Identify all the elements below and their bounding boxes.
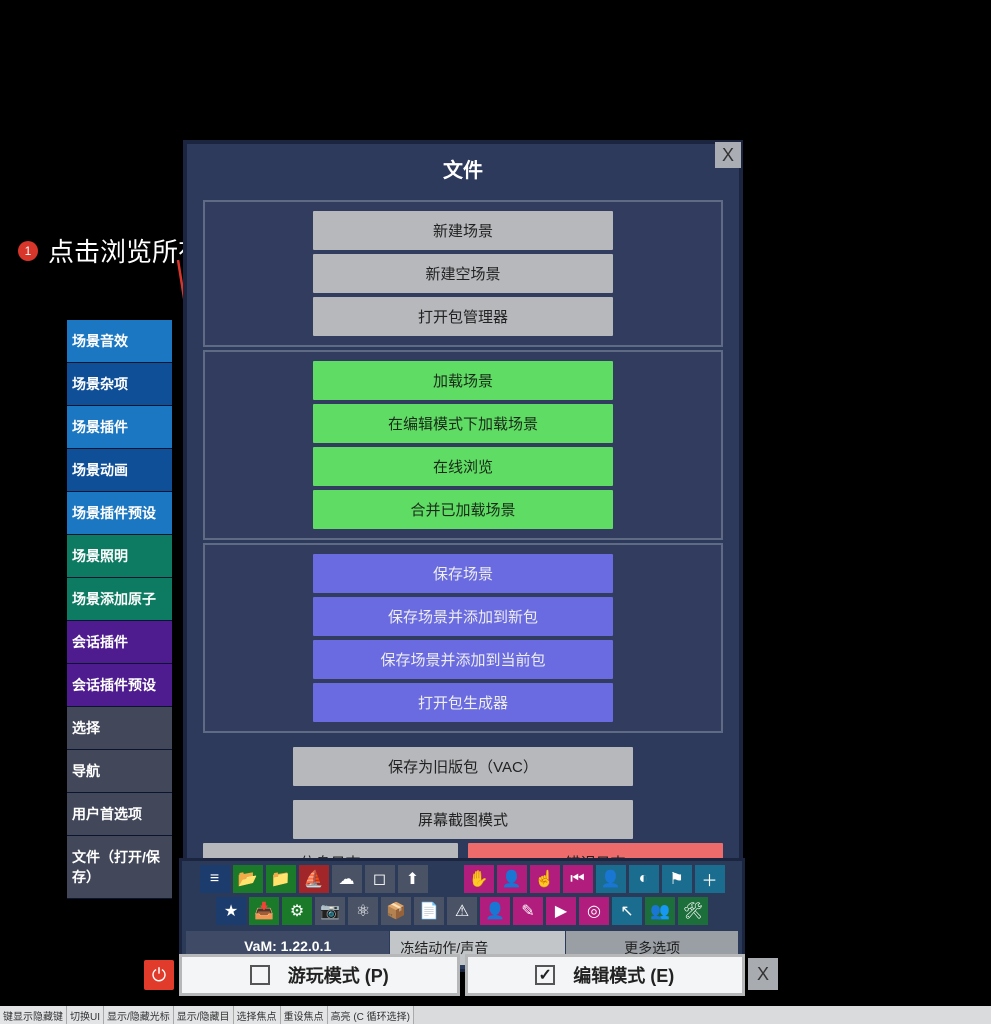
sidebar-item-9[interactable]: 选择 (67, 707, 172, 750)
bottom-close-button[interactable]: X (748, 958, 778, 990)
person-gear-icon[interactable]: 👤 (480, 897, 510, 925)
statusbar-item-6[interactable]: 高亮 (C 循环选择) (328, 1006, 414, 1024)
sidebar-item-3[interactable]: 场景动画 (67, 449, 172, 492)
sidebar-item-5[interactable]: 场景照明 (67, 535, 172, 578)
sec-green-btn-3[interactable]: 合并已加载场景 (313, 490, 613, 529)
sec-green-btn-1[interactable]: 在编辑模式下加载场景 (313, 404, 613, 443)
star-icon[interactable]: ★ (216, 897, 246, 925)
annotation-number-badge: 1 (18, 241, 38, 261)
person-icon[interactable]: 👤 (596, 865, 626, 893)
play-mode-label: 游玩模式 (P) (288, 962, 389, 988)
sec-blue-btn-2[interactable]: 保存场景并添加到当前包 (313, 640, 613, 679)
sec-blue-btn-3[interactable]: 打开包生成器 (313, 683, 613, 722)
panel-close-button[interactable]: X (715, 142, 741, 168)
edit-mode-label: 编辑模式 (E) (573, 962, 674, 988)
eyedropper-icon[interactable]: ✎ (513, 897, 543, 925)
cloud-download-icon[interactable]: ☁ (332, 865, 362, 893)
statusbar-item-2[interactable]: 显示/隐藏光标 (104, 1006, 174, 1024)
sidebar-item-10[interactable]: 导航 (67, 750, 172, 793)
sidebar-item-8[interactable]: 会话插件预设 (67, 664, 172, 707)
sec-green-btn-0[interactable]: 加载场景 (313, 361, 613, 400)
sidebar-item-12[interactable]: 文件（打开/保存） (67, 836, 172, 899)
screenshot-mode-button[interactable]: 屏幕截图模式 (293, 800, 633, 839)
sec-gray1-btn-0[interactable]: 新建场景 (313, 211, 613, 250)
mode-row: 游玩模式 (P) ✓ 编辑模式 (E) (179, 954, 745, 996)
statusbar-item-3[interactable]: 显示/隐藏目 (174, 1006, 234, 1024)
bottom-status-bar: 键显示隐藏键切换UI显示/隐藏光标显示/隐藏目选择焦点重设焦点高亮 (C 循环选… (0, 1006, 991, 1024)
unity-icon[interactable]: ◐ (629, 865, 659, 893)
share-icon[interactable]: ⚛ (348, 897, 378, 925)
sidebar-item-0[interactable]: 场景音效 (67, 320, 172, 363)
play-mode-checkbox[interactable] (250, 965, 270, 985)
sidebar-item-7[interactable]: 会话插件 (67, 621, 172, 664)
panel-title: 文件 (187, 144, 739, 197)
upload-icon[interactable]: ⬆ (398, 865, 428, 893)
sec-blue-btn-0[interactable]: 保存场景 (313, 554, 613, 593)
edit-mode-checkbox[interactable]: ✓ (535, 965, 555, 985)
target-icon[interactable]: ◎ (579, 897, 609, 925)
play-icon[interactable]: ▶ (546, 897, 576, 925)
edit-mode-button[interactable]: ✓ 编辑模式 (E) (465, 954, 746, 996)
tools-icon[interactable]: 🛠 (678, 897, 708, 925)
new-scene-group: 新建场景新建空场景打开包管理器 (203, 200, 723, 347)
group-icon[interactable]: 👥 (645, 897, 675, 925)
cursor-icon[interactable]: ↖ (612, 897, 642, 925)
statusbar-item-4[interactable]: 选择焦点 (234, 1006, 281, 1024)
play-mode-button[interactable]: 游玩模式 (P) (179, 954, 460, 996)
box-icon[interactable]: 📦 (381, 897, 411, 925)
statusbar-item-0[interactable]: 键显示隐藏键 (0, 1006, 67, 1024)
sec-blue-btn-1[interactable]: 保存场景并添加到新包 (313, 597, 613, 636)
sidebar-item-1[interactable]: 场景杂项 (67, 363, 172, 406)
menu-icon[interactable]: ≡ (200, 865, 230, 893)
sidebar-item-4[interactable]: 场景插件预设 (67, 492, 172, 535)
alert-icon[interactable]: ⚠ (447, 897, 477, 925)
folder-gear-icon[interactable]: ⚙ (282, 897, 312, 925)
power-button[interactable]: ⏻ (144, 960, 174, 990)
person-add-icon[interactable]: 👤 (497, 865, 527, 893)
statusbar-item-5[interactable]: 重设焦点 (281, 1006, 328, 1024)
skip-back-icon[interactable]: ⏮ (563, 865, 593, 893)
sidebar: 场景音效场景杂项场景插件场景动画场景插件预设场景照明场景添加原子会话插件会话插件… (67, 320, 172, 899)
load-scene-group: 加载场景在编辑模式下加载场景在线浏览合并已加载场景 (203, 350, 723, 540)
plus-icon[interactable]: ＋ (695, 865, 725, 893)
tray-icon[interactable]: 📥 (249, 897, 279, 925)
folder-icon[interactable]: 📁 (266, 865, 296, 893)
pointer-icon[interactable]: ☝ (530, 865, 560, 893)
camera-icon[interactable]: 📷 (315, 897, 345, 925)
ship-icon[interactable]: ⛵ (299, 865, 329, 893)
save-legacy-button[interactable]: 保存为旧版包（VAC） (293, 747, 633, 786)
sidebar-item-2[interactable]: 场景插件 (67, 406, 172, 449)
cube-icon[interactable]: ◻ (365, 865, 395, 893)
hand-icon[interactable]: ✋ (464, 865, 494, 893)
spacer (431, 865, 461, 893)
sec-green-btn-2[interactable]: 在线浏览 (313, 447, 613, 486)
save-scene-group: 保存场景保存场景并添加到新包保存场景并添加到当前包打开包生成器 (203, 543, 723, 733)
document-icon[interactable]: 📄 (414, 897, 444, 925)
sidebar-item-11[interactable]: 用户首选项 (67, 793, 172, 836)
open-icon[interactable]: 📂 (233, 865, 263, 893)
sec-gray1-btn-2[interactable]: 打开包管理器 (313, 297, 613, 336)
sec-gray1-btn-1[interactable]: 新建空场景 (313, 254, 613, 293)
sidebar-item-6[interactable]: 场景添加原子 (67, 578, 172, 621)
file-panel: X 文件 新建场景新建空场景打开包管理器 加载场景在编辑模式下加载场景在线浏览合… (183, 140, 743, 941)
flag-icon[interactable]: ⚑ (662, 865, 692, 893)
statusbar-item-1[interactable]: 切换UI (67, 1006, 104, 1024)
